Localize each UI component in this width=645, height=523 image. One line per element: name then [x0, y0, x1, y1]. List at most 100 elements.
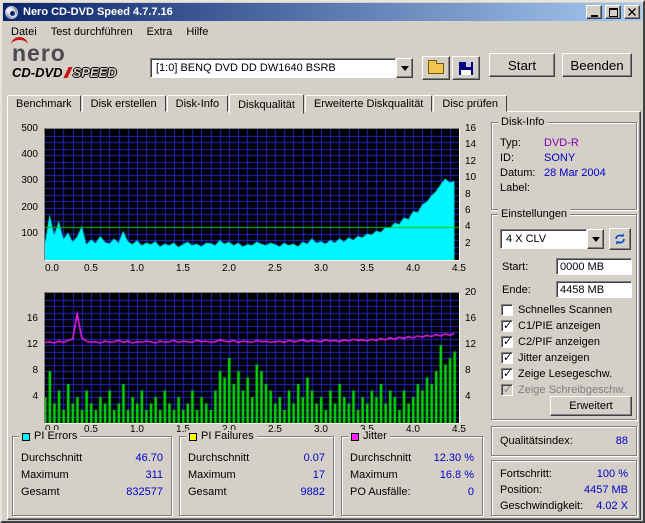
y-axis-tick-label: 4 — [465, 391, 471, 402]
stat-row: Gesamt 9882 — [180, 483, 333, 500]
tab-disk-erstellen[interactable]: Disk erstellen — [81, 95, 166, 112]
speed-select-dropdown-button[interactable] — [587, 229, 604, 249]
y-axis-tick-label: 4 — [32, 391, 38, 402]
jitter-stats-title: Jitter — [363, 430, 387, 442]
speed-select-value[interactable]: 4 X CLV — [500, 229, 587, 249]
checkbox-label: Zeige Schreibgeschw. — [518, 383, 626, 396]
y-axis-tick-label: 100 — [21, 227, 38, 239]
disk-date-label: Datum: — [500, 166, 536, 179]
logo-product-a: CD-DVD — [12, 65, 63, 80]
pif-y-axis-left: 16 12 8 4 — [10, 293, 43, 423]
start-field-label: Start: — [502, 261, 529, 273]
quit-button[interactable]: Beenden — [562, 53, 632, 77]
refresh-icon — [615, 233, 625, 245]
checkbox-label: C2/PIF anzeigen — [518, 335, 600, 348]
open-results-button[interactable] — [422, 56, 450, 80]
y-axis-tick-label: 300 — [21, 175, 38, 187]
menu-hilfe[interactable]: Hilfe — [179, 24, 215, 40]
stat-label: Durchschnitt — [21, 451, 83, 464]
x-axis-tick-label: 0.5 — [84, 263, 98, 274]
close-button[interactable] — [624, 5, 640, 19]
checkbox-label: Zeige Lesegeschw. — [518, 367, 613, 380]
tab-disk-info[interactable]: Disk-Info — [166, 95, 229, 112]
chevron-down-icon — [591, 237, 600, 246]
refresh-button[interactable] — [609, 228, 631, 250]
quality-index-panel: Qualitätsindex: 88 — [491, 426, 637, 456]
stat-value: 0.07 — [303, 451, 325, 464]
checkbox-zeige-schreibgeschw: Zeige Schreibgeschw. — [501, 383, 626, 396]
stat-label: Maximum — [188, 468, 236, 481]
tab-disc-pruefen[interactable]: Disc prüfen — [433, 95, 508, 112]
progress-row: Position: 4457 MB — [492, 482, 636, 498]
folder-icon — [428, 59, 444, 74]
pi-failures-color-swatch — [189, 432, 197, 441]
save-results-button[interactable] — [452, 56, 480, 80]
end-field[interactable] — [556, 281, 632, 298]
drive-select-value[interactable]: [1:0] BENQ DVD DD DW1640 BSRB — [150, 58, 396, 78]
app-window: Nero CD-DVD Speed 4.7.7.16 Datei Test du… — [0, 0, 645, 523]
checkbox-c1-pie-anzeigen[interactable]: C1/PIE anzeigen — [501, 319, 601, 332]
x-axis-tick-label: 4.5 — [452, 263, 466, 274]
stat-row: Durchschnitt 12.30 % — [342, 449, 482, 466]
position-label: Position: — [500, 484, 543, 496]
jitter-color-swatch — [351, 432, 359, 441]
x-axis-tick-label: 1.5 — [176, 263, 190, 274]
stat-label: PO Ausfälle: — [350, 485, 411, 498]
pi-failures-stats-title: PI Failures — [201, 430, 254, 442]
tab-erweiterte-diskqualitaet[interactable]: Erweiterte Diskqualität — [304, 95, 433, 112]
pif-jitter-plot — [45, 293, 459, 423]
advanced-button[interactable]: Erweitert — [550, 396, 632, 416]
speed-label: Geschwindigkeit: — [500, 500, 584, 512]
y-axis-tick-label: 400 — [21, 149, 38, 161]
disk-date-value: 28 Mar 2004 — [544, 166, 606, 179]
checkbox-jitter-anzeigen[interactable]: Jitter anzeigen — [501, 351, 590, 364]
disk-type-value: DVD-R — [544, 136, 579, 149]
y-axis-tick-label: 10 — [465, 172, 477, 184]
x-axis-tick-label: 0.5 — [84, 424, 98, 435]
stat-value: 311 — [145, 468, 163, 481]
checkbox-icon — [501, 319, 513, 332]
x-axis-tick-label: 4.0 — [406, 424, 420, 435]
tab-diskqualitaet[interactable]: Diskqualität — [229, 94, 304, 114]
menu-bar: Datei Test durchführen Extra Hilfe — [4, 23, 641, 41]
pi-errors-stats-title: PI Errors — [34, 430, 78, 442]
nero-logo: nero CD-DVD SPEED — [11, 37, 147, 80]
drive-select-dropdown-button[interactable] — [396, 58, 413, 78]
maximize-icon — [608, 7, 618, 17]
start-button[interactable]: Start — [489, 53, 555, 77]
disk-info-row: ID: SONY — [492, 150, 636, 165]
stat-label: Maximum — [21, 468, 69, 481]
stat-label: Durchschnitt — [350, 451, 412, 464]
y-axis-tick-label: 8 — [465, 188, 471, 200]
x-axis-tick-label: 3.0 — [314, 424, 328, 435]
minimize-button[interactable] — [586, 5, 602, 19]
progress-label: Fortschritt: — [500, 468, 552, 480]
menu-extra[interactable]: Extra — [140, 24, 180, 40]
stat-label: Gesamt — [21, 485, 60, 498]
checkbox-c2-pif-anzeigen[interactable]: C2/PIF anzeigen — [501, 335, 600, 348]
stat-label: Maximum — [350, 468, 398, 481]
y-axis-tick-label: 12 — [465, 155, 477, 167]
stat-row: Maximum 16.8 % — [342, 466, 482, 483]
x-axis-tick-label: 1.0 — [130, 263, 144, 274]
tab-benchmark[interactable]: Benchmark — [7, 95, 81, 112]
checkbox-schnelles-scannen[interactable]: Schnelles Scannen — [501, 303, 612, 316]
speed-select[interactable]: 4 X CLV — [500, 229, 604, 249]
drive-select[interactable]: [1:0] BENQ DVD DD DW1640 BSRB — [150, 58, 413, 78]
checkbox-icon — [501, 335, 513, 348]
checkbox-zeige-lesegeschw[interactable]: Zeige Lesegeschw. — [501, 367, 612, 380]
stat-row: PO Ausfälle: 0 — [342, 483, 482, 500]
checkbox-icon — [501, 367, 513, 380]
menu-test-durchfuehren[interactable]: Test durchführen — [44, 24, 140, 40]
start-field[interactable] — [556, 258, 632, 275]
disk-type-label: Typ: — [500, 136, 521, 149]
maximize-button[interactable] — [605, 5, 621, 19]
checkbox-label: Schnelles Scannen — [518, 303, 613, 316]
stat-value: 9882 — [300, 485, 325, 498]
quality-index-label: Qualitätsindex: — [500, 435, 573, 447]
stat-label: Durchschnitt — [188, 451, 250, 464]
pi-errors-stats-panel: PI Errors Durchschnitt 46.70 Maximum 311 G… — [12, 430, 172, 516]
checkbox-label: Jitter anzeigen — [518, 351, 590, 364]
y-axis-tick-label: 16 — [26, 313, 38, 324]
pi-errors-y-axis-right: 16 14 12 10 8 6 4 2 — [461, 123, 485, 260]
